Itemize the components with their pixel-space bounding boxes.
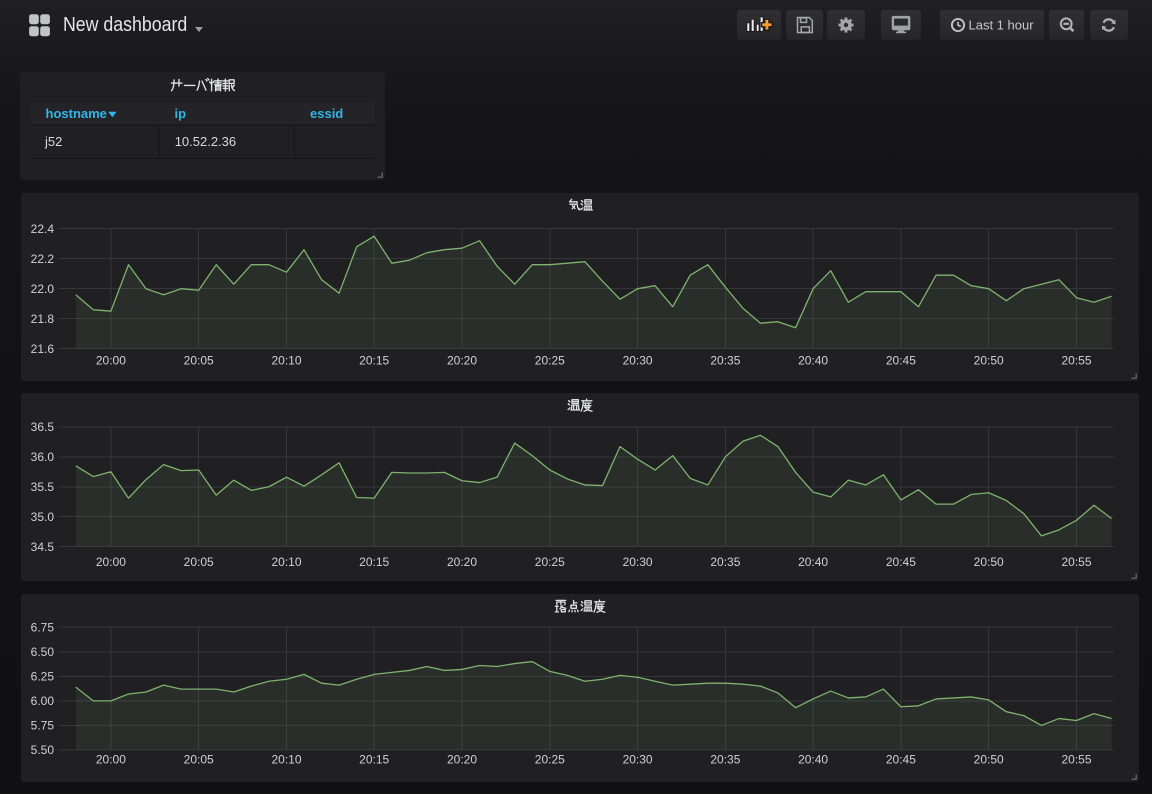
svg-text:20:55: 20:55	[1061, 752, 1091, 766]
svg-text:j52: j52	[44, 134, 62, 149]
svg-text:20:55: 20:55	[1061, 555, 1091, 569]
svg-text:20:50: 20:50	[973, 353, 1003, 367]
svg-text:20:45: 20:45	[885, 752, 915, 766]
svg-text:20:05: 20:05	[183, 353, 213, 367]
svg-text:20:00: 20:00	[95, 555, 125, 569]
svg-text:hostname: hostname	[46, 106, 107, 121]
svg-text:essid: essid	[310, 106, 343, 121]
svg-text:5.75: 5.75	[30, 718, 54, 732]
svg-text:20:40: 20:40	[798, 353, 828, 367]
svg-text:20:10: 20:10	[271, 353, 301, 367]
svg-text:36.5: 36.5	[30, 420, 54, 434]
svg-text:20:40: 20:40	[798, 555, 828, 569]
svg-text:20:25: 20:25	[534, 752, 564, 766]
svg-text:20:00: 20:00	[95, 353, 125, 367]
svg-text:20:25: 20:25	[534, 555, 564, 569]
svg-text:20:35: 20:35	[710, 555, 740, 569]
svg-text:35.5: 35.5	[30, 480, 54, 494]
svg-text:20:20: 20:20	[446, 353, 476, 367]
svg-text:20:15: 20:15	[359, 752, 389, 766]
svg-text:5.50: 5.50	[30, 743, 54, 757]
svg-text:22.4: 22.4	[30, 221, 54, 235]
svg-text:22.2: 22.2	[30, 251, 54, 265]
svg-text:20:30: 20:30	[622, 752, 652, 766]
svg-text:20:35: 20:35	[710, 752, 740, 766]
svg-text:34.5: 34.5	[30, 540, 54, 554]
svg-text:6.75: 6.75	[30, 620, 54, 634]
svg-text:20:30: 20:30	[622, 555, 652, 569]
svg-text:20:20: 20:20	[446, 752, 476, 766]
svg-text:20:40: 20:40	[798, 752, 828, 766]
svg-text:6.25: 6.25	[30, 669, 54, 683]
svg-text:20:15: 20:15	[359, 555, 389, 569]
svg-text:20:10: 20:10	[271, 555, 301, 569]
svg-text:20:15: 20:15	[359, 353, 389, 367]
svg-text:20:50: 20:50	[973, 752, 1003, 766]
svg-text:36.0: 36.0	[30, 450, 54, 464]
svg-text:20:45: 20:45	[885, 555, 915, 569]
svg-text:20:25: 20:25	[534, 353, 564, 367]
svg-text:20:20: 20:20	[446, 555, 476, 569]
svg-text:6.00: 6.00	[30, 694, 54, 708]
svg-text:21.8: 21.8	[30, 311, 54, 325]
svg-text:20:45: 20:45	[885, 353, 915, 367]
svg-text:20:55: 20:55	[1061, 353, 1091, 367]
svg-text:22.0: 22.0	[30, 281, 54, 295]
svg-text:6.50: 6.50	[30, 645, 54, 659]
svg-text:20:05: 20:05	[183, 752, 213, 766]
svg-text:10.52.2.36: 10.52.2.36	[175, 134, 236, 149]
svg-text:21.6: 21.6	[30, 341, 54, 355]
svg-text:ip: ip	[175, 106, 187, 121]
svg-text:20:05: 20:05	[183, 555, 213, 569]
svg-text:20:10: 20:10	[271, 752, 301, 766]
svg-text:20:00: 20:00	[95, 752, 125, 766]
svg-text:Last 1 hour: Last 1 hour	[968, 18, 1034, 33]
svg-text:20:35: 20:35	[710, 353, 740, 367]
svg-text:20:30: 20:30	[622, 353, 652, 367]
svg-text:35.0: 35.0	[30, 510, 54, 524]
svg-text:20:50: 20:50	[973, 555, 1003, 569]
